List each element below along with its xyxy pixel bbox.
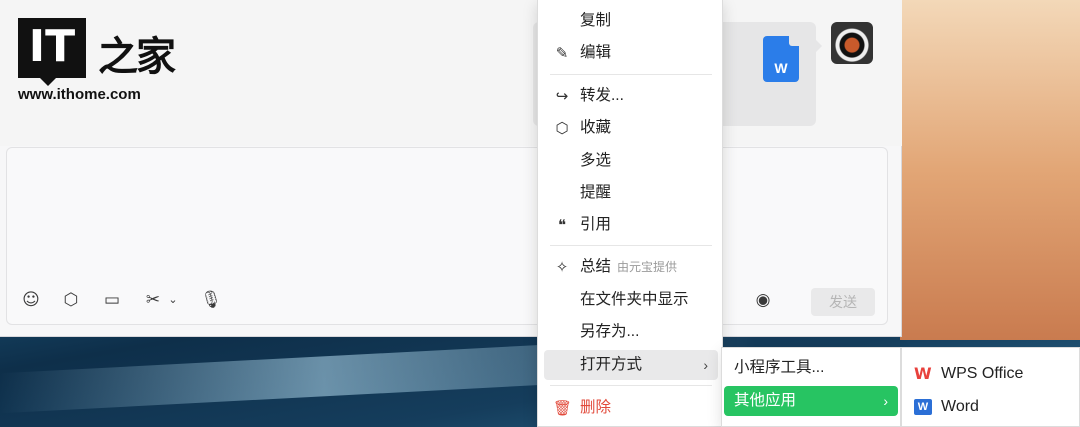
menu-item-edit[interactable]: ✎ 编辑 (544, 38, 718, 68)
microphone-icon[interactable]: 🎙 (200, 289, 222, 311)
menu-item-label: 小程序工具... (734, 359, 825, 376)
quote-icon: ❝ (557, 216, 567, 234)
menu-item-word[interactable]: W Word (908, 392, 1076, 422)
word-file-icon[interactable]: W (763, 36, 799, 82)
menu-item-label: 打开方式 (580, 356, 643, 373)
menu-item-copy[interactable]: 复制 (544, 6, 718, 36)
menu-item-forward[interactable]: ↪ 转发... (544, 81, 718, 111)
file-icon-letter: W (774, 60, 788, 76)
menu-item-label: 引用 (580, 216, 612, 233)
forward-icon: ↪ (555, 87, 569, 105)
voice-icon[interactable]: ◉ (752, 289, 774, 311)
sparkle-icon: ✧ (555, 258, 569, 276)
menu-item-label: 另存为... (580, 323, 640, 340)
menu-item-summarize[interactable]: ✧ 总结 由元宝提供 (544, 252, 718, 282)
menu-item-label: 总结 由元宝提供 (580, 252, 677, 282)
menu-item-label: 多选 (580, 152, 612, 169)
menu-item-label: 收藏 (580, 119, 612, 136)
chevron-right-icon: › (703, 357, 708, 373)
menu-item-wps-office[interactable]: W WPS Office (908, 359, 1076, 389)
folder-icon[interactable]: ▭ (101, 289, 123, 311)
menu-item-favorite[interactable]: ⬡ 收藏 (544, 113, 718, 143)
context-menu: 复制 ✎ 编辑 ↪ 转发... ⬡ 收藏 多选 提醒 ❝ 引用 ✧ 总结 由元宝提… (537, 0, 723, 427)
menu-item-multiselect[interactable]: 多选 (544, 146, 718, 176)
menu-item-label: 其他应用 (734, 392, 797, 409)
menu-separator (550, 385, 712, 386)
menu-item-label: 转发... (580, 87, 624, 104)
logo-text: 之家 (98, 33, 176, 80)
scissors-icon[interactable]: ✂ (142, 289, 164, 311)
apps-submenu: W WPS Office W Word (901, 347, 1080, 427)
trash-icon: 🗑 (553, 399, 573, 417)
menu-item-label: Word (941, 398, 979, 415)
word-icon: W (914, 399, 932, 415)
menu-item-mini-program-tools[interactable]: 小程序工具... (724, 353, 898, 383)
menu-item-label: 提醒 (580, 184, 612, 201)
avatar[interactable] (831, 22, 873, 64)
chevron-down-icon[interactable]: ⌄ (166, 289, 180, 311)
menu-separator (550, 74, 712, 75)
wallpaper-warm-area (900, 0, 1080, 340)
menu-item-other-apps[interactable]: 其他应用 › (724, 386, 898, 416)
logo-url: www.ithome.com (18, 86, 141, 103)
menu-item-open-with[interactable]: 打开方式 › (544, 350, 718, 380)
menu-item-label: WPS Office (941, 365, 1024, 382)
menu-item-label: 编辑 (580, 44, 612, 61)
favorite-icon: ⬡ (555, 119, 569, 137)
summarize-label: 总结 (580, 258, 612, 275)
bubble-tail (816, 40, 822, 52)
chevron-right-icon: › (883, 393, 888, 409)
menu-item-quote[interactable]: ❝ 引用 (544, 210, 718, 240)
menu-item-save-as[interactable]: 另存为... (544, 317, 718, 347)
cube-icon[interactable]: ⬡ (60, 289, 82, 311)
edit-icon: ✎ (555, 44, 569, 62)
menu-item-show-in-folder[interactable]: 在文件夹中显示 (544, 285, 718, 315)
menu-item-label: 在文件夹中显示 (580, 291, 689, 308)
menu-item-remind[interactable]: 提醒 (544, 178, 718, 208)
menu-item-delete[interactable]: 🗑 删除 (544, 393, 718, 423)
emoji-icon[interactable]: ☺ (20, 289, 42, 311)
wps-icon: W (914, 364, 932, 383)
menu-item-label: 复制 (580, 12, 612, 29)
send-button[interactable]: 发送 (811, 288, 875, 316)
summarize-hint: 由元宝提供 (617, 260, 678, 274)
menu-separator (550, 245, 712, 246)
logo-mark: IT (18, 18, 86, 86)
menu-item-label: 删除 (580, 399, 612, 416)
open-with-submenu: 小程序工具... 其他应用 › (721, 347, 901, 427)
